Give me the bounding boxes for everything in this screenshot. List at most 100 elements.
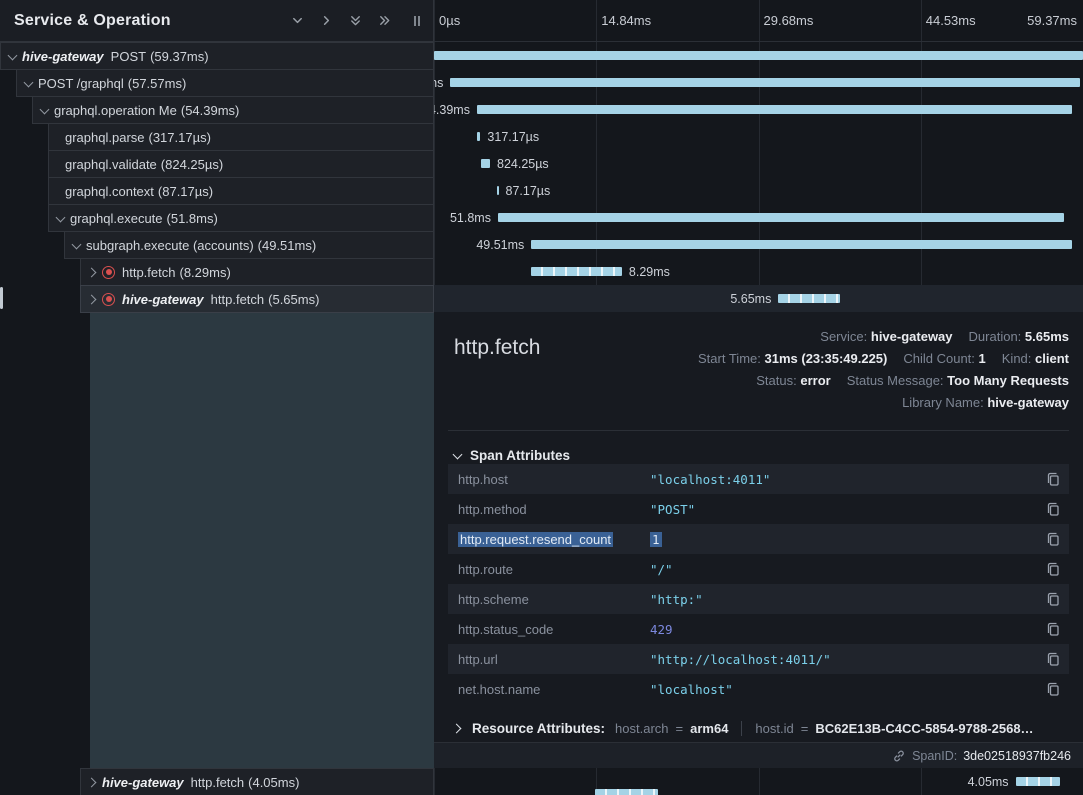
attribute-key: http.host — [458, 472, 508, 487]
attribute-row[interactable]: http.status_code429 — [448, 614, 1069, 644]
chevron-down-icon[interactable] — [37, 103, 52, 118]
chevron-down-icon[interactable] — [69, 238, 84, 253]
span-bar[interactable] — [477, 132, 480, 141]
span-duration: (51.8ms) — [167, 211, 218, 226]
span-bar[interactable] — [450, 78, 1079, 87]
attribute-row[interactable]: http.scheme"http:" — [448, 584, 1069, 614]
timeline-row: 51.8ms — [434, 204, 1083, 231]
attribute-key: http.route — [458, 562, 513, 577]
chevron-down-icon[interactable] — [289, 13, 305, 29]
span-bar[interactable] — [1016, 777, 1060, 786]
attribute-row[interactable]: net.host.name"localhost" — [448, 674, 1069, 704]
span-tree-row[interactable]: graphql.parse(317.17µs) — [48, 123, 434, 151]
attribute-value-cell: "/" — [650, 562, 1041, 577]
chevron-down-icon[interactable] — [53, 211, 68, 226]
resource-attr-key: host.arch — [615, 721, 668, 736]
resize-handle-icon[interactable] — [409, 13, 425, 29]
double-chevron-down-icon[interactable] — [347, 13, 363, 29]
span-tree-row[interactable]: graphql.operation Me(54.39ms) — [32, 96, 434, 124]
attribute-value: "http://localhost:4011/" — [650, 652, 831, 667]
span-attributes-header[interactable]: Span Attributes — [450, 448, 570, 463]
timeline-row: 49.51ms — [434, 231, 1083, 258]
attribute-key-cell: http.method — [458, 502, 650, 517]
duration-label: 8.29ms — [629, 265, 670, 279]
span-attributes-title: Span Attributes — [470, 448, 570, 463]
copy-icon[interactable] — [1041, 591, 1061, 607]
meta-label: Service: — [820, 329, 867, 344]
chevron-down-icon[interactable] — [21, 76, 36, 91]
span-bar[interactable] — [531, 267, 622, 276]
span-bar[interactable] — [434, 51, 1083, 60]
copy-icon[interactable] — [1041, 651, 1061, 667]
timeline-row: 87.17µs — [434, 177, 1083, 204]
meta-value: hive-gateway — [987, 395, 1069, 410]
meta-value: client — [1035, 351, 1069, 366]
span-tree-row[interactable]: hive-gatewayhttp.fetch(4.05ms) — [80, 768, 434, 795]
attribute-row[interactable]: http.url"http://localhost:4011/" — [448, 644, 1069, 674]
copy-icon[interactable] — [1041, 531, 1061, 547]
meta-label: Child Count: — [903, 351, 975, 366]
span-bar[interactable] — [497, 186, 499, 195]
attribute-value: "/" — [650, 562, 673, 577]
duration-label: 87.17µs — [506, 184, 551, 198]
chevron-right-icon[interactable] — [85, 292, 100, 307]
span-tree-row[interactable]: http.fetch(8.29ms) — [80, 258, 434, 286]
span-tree-row[interactable]: POST /graphql(57.57ms) — [16, 69, 434, 97]
copy-icon[interactable] — [1041, 471, 1061, 487]
timeline-row: 824.25µs — [434, 150, 1083, 177]
resource-attributes-title: Resource Attributes: — [472, 721, 605, 736]
double-chevron-right-icon[interactable] — [376, 13, 392, 29]
service-name: hive-gateway — [102, 775, 184, 790]
span-tree-row[interactable]: hive-gatewayPOST(59.37ms) — [0, 42, 434, 70]
chevron-right-icon[interactable] — [85, 265, 100, 280]
meta-label: Kind: — [1002, 351, 1032, 366]
attribute-value: 1 — [650, 532, 662, 547]
attribute-value-cell: 1 — [650, 532, 1041, 547]
meta-value: hive-gateway — [871, 329, 953, 344]
span-bar[interactable] — [481, 159, 490, 168]
span-name: http.fetch — [211, 292, 264, 307]
copy-icon[interactable] — [1041, 621, 1061, 637]
span-duration: (87.17µs) — [158, 184, 213, 199]
copy-icon[interactable] — [1041, 501, 1061, 517]
meta-label: Status: — [756, 373, 796, 388]
tick-label: 29.68ms — [764, 13, 814, 28]
span-name: http.fetch — [191, 775, 244, 790]
meta-label: Duration: — [969, 329, 1022, 344]
tick-label: 14.84ms — [601, 13, 651, 28]
resource-attributes-row[interactable]: Resource Attributes: host.arch = arm64 h… — [450, 716, 1069, 740]
attribute-value: "localhost" — [650, 682, 733, 697]
attribute-key-cell: http.route — [458, 562, 650, 577]
copy-icon[interactable] — [1041, 681, 1061, 697]
span-name: graphql.validate — [65, 157, 157, 172]
span-name: graphql.execute — [70, 211, 163, 226]
span-bar[interactable] — [778, 294, 840, 303]
attribute-row[interactable]: http.host "localhost:4011" — [448, 464, 1069, 494]
chevron-down-icon[interactable] — [5, 49, 20, 64]
attribute-value-cell: "http://localhost:4011/" — [650, 652, 1041, 667]
timeline-row: 5.65ms — [434, 285, 1083, 312]
chevron-right-icon[interactable] — [318, 13, 334, 29]
attribute-row[interactable]: http.request.resend_count1 — [448, 524, 1069, 554]
left-panel-header: Service & Operation — [0, 0, 434, 42]
span-tree-row[interactable]: subgraph.execute (accounts)(49.51ms) — [64, 231, 434, 259]
attribute-row[interactable]: http.method"POST" — [448, 494, 1069, 524]
meta-label: Status Message: — [847, 373, 944, 388]
span-tree-row[interactable]: graphql.context (87.17µs) — [48, 177, 434, 205]
chevron-right-icon[interactable] — [85, 775, 100, 790]
span-tree-row[interactable]: graphql.execute (51.8ms) — [48, 204, 434, 232]
attribute-key: http.method — [458, 502, 527, 517]
timeline-row — [434, 42, 1083, 69]
copy-icon[interactable] — [1041, 561, 1061, 577]
span-name: graphql.context — [65, 184, 154, 199]
link-icon[interactable] — [892, 749, 906, 763]
span-tree-row[interactable]: hive-gatewayhttp.fetch(5.65ms) — [80, 285, 434, 313]
span-bar[interactable] — [498, 213, 1064, 222]
span-duration: (317.17µs) — [149, 130, 211, 145]
span-bar[interactable] — [531, 240, 1072, 249]
span-bar[interactable] — [477, 105, 1072, 114]
span-tree-row[interactable]: graphql.validate(824.25µs) — [48, 150, 434, 178]
meta-value: 1 — [979, 351, 986, 366]
attribute-row[interactable]: http.route "/" — [448, 554, 1069, 584]
attribute-value: "localhost:4011" — [650, 472, 770, 487]
